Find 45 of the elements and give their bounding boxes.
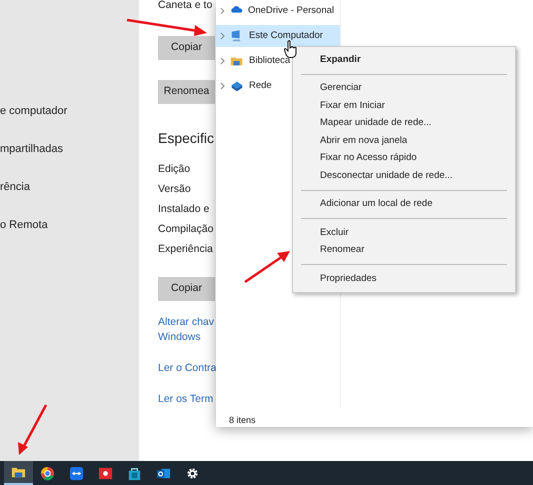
menu-item[interactable]: Excluir [293, 224, 515, 242]
tree-item[interactable]: OneDrive - Personal [216, 0, 340, 22]
tree-item[interactable]: Este Computador [216, 25, 340, 47]
taskbar-button[interactable] [4, 461, 33, 485]
record-icon [98, 466, 113, 480]
chevron-icon [220, 82, 225, 90]
section-heading: Especific [158, 129, 214, 148]
sidebar-item[interactable]: o Remota [0, 219, 48, 231]
copy-button[interactable]: Copiar [158, 277, 215, 301]
menu-item[interactable]: Desconectar unidade de rede... [293, 167, 515, 184]
annotation-arrow [18, 404, 48, 455]
shopping-bag-icon [127, 466, 142, 480]
menu-item[interactable]: Fixar no Acesso rápido [293, 150, 515, 167]
menu-item[interactable]: Expandir [293, 51, 515, 68]
link[interactable]: Ler os Term [158, 392, 214, 407]
link[interactable]: Alterar chav Windows [158, 315, 214, 345]
hand-cursor-icon [284, 40, 298, 58]
action-button[interactable]: Copiar [158, 36, 215, 60]
menu-item[interactable]: Propriedades [293, 270, 515, 288]
sidebar-item[interactable]: rência [0, 181, 30, 193]
spec-label: Versão [158, 183, 191, 195]
menu-item[interactable]: Mapear unidade de rede... [293, 114, 515, 132]
action-button[interactable]: Renomea [158, 80, 215, 104]
link[interactable]: Ler o Contra [158, 361, 216, 376]
sidebar-item[interactable]: mpartilhadas [0, 143, 63, 155]
network-icon [230, 79, 244, 93]
menu-item[interactable]: Adicionar um local de rede [293, 196, 515, 213]
spec-label: Experiência [158, 243, 213, 255]
browser-icon [40, 466, 55, 480]
annotation-arrow [244, 251, 290, 284]
menu-item[interactable]: Gerenciar [293, 80, 515, 97]
spec-label: Instalado e [158, 203, 210, 215]
remote-icon [69, 466, 84, 480]
spec-label: Edição [158, 163, 190, 175]
menu-item[interactable]: Renomear [293, 242, 515, 259]
chevron-icon [220, 32, 225, 40]
setting-label: Caneta e to [158, 0, 212, 11]
chevron-icon [220, 57, 225, 65]
sidebar-item[interactable]: e computador [0, 105, 68, 117]
menu-item[interactable]: Abrir em nova janela [293, 132, 515, 150]
spec-label: Compilação [158, 223, 214, 235]
menu-item[interactable]: Fixar em Iniciar [293, 97, 515, 114]
status-text: 8 itens [229, 414, 256, 424]
chevron-icon [220, 7, 225, 15]
settings-icon [185, 466, 200, 480]
